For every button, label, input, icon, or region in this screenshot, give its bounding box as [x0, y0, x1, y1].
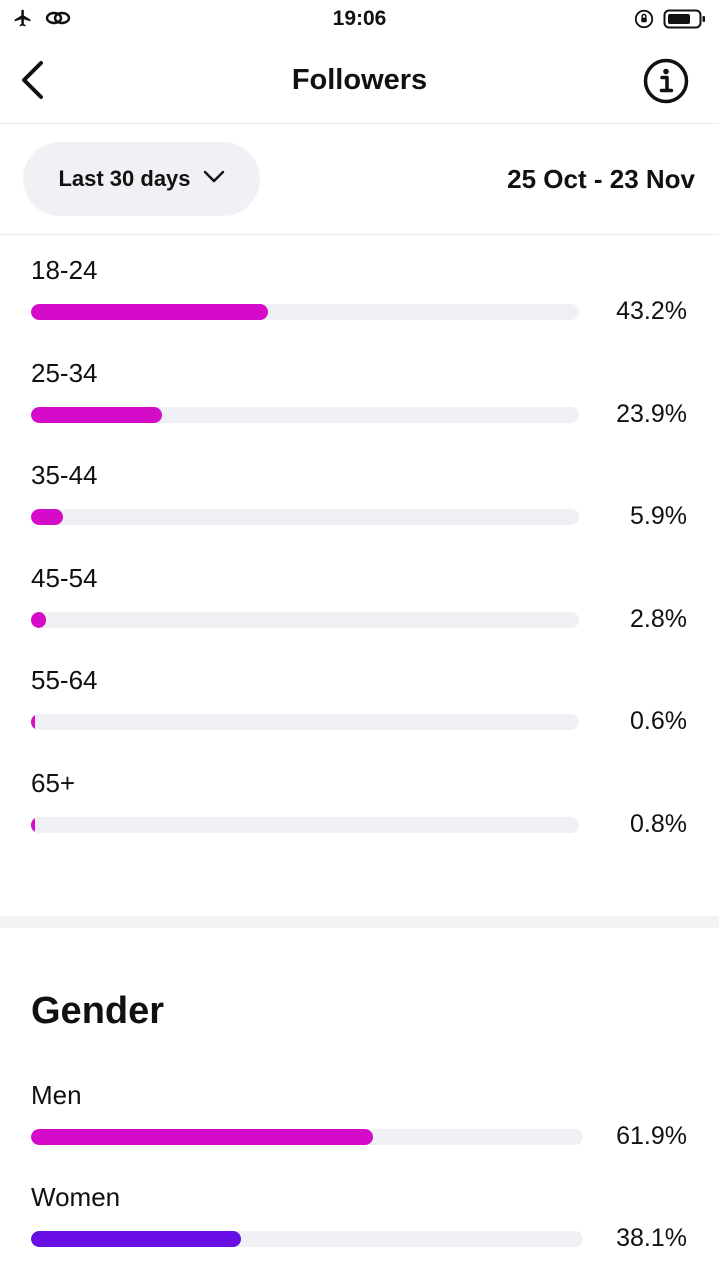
age-range-label: 55-64: [31, 665, 98, 695]
progress-track: [31, 817, 579, 833]
gender-label: Women: [31, 1182, 121, 1212]
age-range-label: 65+: [31, 768, 76, 798]
gender-row: Men 61.9%: [31, 1080, 691, 1180]
progress-fill: [31, 1129, 373, 1145]
percent-value: 0.6%: [630, 707, 687, 735]
date-range-dropdown[interactable]: Last 30 days: [23, 142, 260, 216]
age-row: 65+ 0.8%: [31, 768, 691, 868]
percent-value: 38.1%: [616, 1224, 687, 1252]
percent-value: 43.2%: [616, 297, 687, 325]
age-row: 35-44 5.9%: [31, 460, 691, 560]
progress-track: [31, 714, 579, 730]
status-right-icons: [633, 8, 707, 35]
header: Followers: [0, 40, 719, 124]
battery-icon: [663, 8, 707, 35]
percent-value: 0.8%: [630, 810, 687, 838]
progress-track: [31, 612, 579, 628]
percent-value: 61.9%: [616, 1122, 687, 1150]
progress-fill: [31, 1231, 242, 1247]
info-icon: [643, 58, 689, 108]
progress-fill: [31, 407, 162, 423]
filter-row: Last 30 days 25 Oct - 23 Nov: [0, 124, 719, 235]
age-range-label: 35-44: [31, 460, 98, 490]
age-row: 55-64 0.6%: [31, 665, 691, 765]
gender-section-title: Gender: [31, 990, 165, 1032]
progress-fill: [31, 817, 36, 833]
progress-fill: [31, 714, 35, 730]
age-row: 45-54 2.8%: [31, 563, 691, 663]
status-time: 19:06: [332, 7, 387, 30]
percent-value: 5.9%: [630, 502, 687, 530]
age-row: 25-34 23.9%: [31, 358, 691, 458]
age-range-label: 25-34: [31, 358, 98, 388]
progress-track: [31, 407, 579, 423]
progress-track: [31, 304, 579, 320]
section-divider: [0, 916, 719, 928]
progress-fill: [31, 509, 64, 525]
progress-track: [31, 1129, 583, 1145]
age-row: 18-24 43.2%: [31, 255, 691, 355]
progress-track: [31, 509, 579, 525]
date-range-text: 25 Oct - 23 Nov: [507, 164, 695, 194]
progress-track: [31, 1231, 583, 1247]
page-title: Followers: [291, 64, 428, 96]
info-button[interactable]: [643, 58, 689, 104]
date-range-dropdown-label: Last 30 days: [58, 166, 191, 191]
progress-fill: [31, 612, 47, 628]
progress-fill: [31, 304, 268, 320]
gender-label: Men: [31, 1080, 82, 1110]
gender-row: Women 38.1%: [31, 1182, 691, 1280]
chevron-down-icon: [203, 170, 225, 189]
age-range-label: 45-54: [31, 563, 98, 593]
rotation-lock-icon: [633, 8, 655, 35]
percent-value: 23.9%: [616, 400, 687, 428]
percent-value: 2.8%: [630, 605, 687, 633]
age-range-label: 18-24: [31, 255, 98, 285]
status-bar: 19:06: [0, 0, 719, 40]
